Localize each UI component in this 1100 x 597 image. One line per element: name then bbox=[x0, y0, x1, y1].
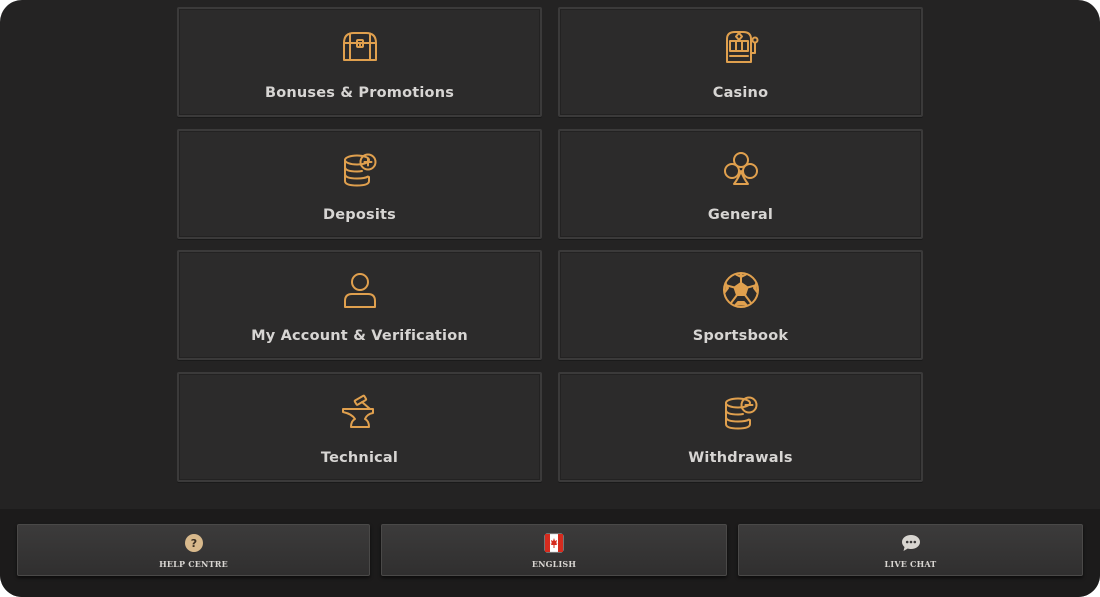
help-centre-panel: Bonuses & Promotions Casino Deposits Gen… bbox=[0, 0, 1100, 597]
category-label: My Account & Verification bbox=[251, 328, 468, 344]
language-label: ENGLISH bbox=[531, 559, 577, 569]
category-label: Sportsbook bbox=[692, 328, 789, 344]
club-icon bbox=[721, 149, 761, 189]
category-technical[interactable]: Technical bbox=[177, 371, 542, 482]
chat-bubble-icon bbox=[901, 533, 921, 553]
category-grid: Bonuses & Promotions Casino Deposits Gen… bbox=[177, 7, 923, 482]
category-withdrawals[interactable]: Withdrawals bbox=[558, 371, 923, 482]
category-label: General bbox=[707, 206, 774, 223]
footer-bar: ? HELP CENTRE ENGLISH LIVE CHAT bbox=[0, 509, 1100, 597]
language-button[interactable]: ENGLISH bbox=[381, 524, 727, 576]
category-general[interactable]: General bbox=[558, 128, 923, 239]
category-label: Withdrawals bbox=[688, 449, 793, 466]
question-icon: ? bbox=[184, 533, 204, 553]
user-icon bbox=[340, 270, 380, 310]
live-chat-label: LIVE CHAT bbox=[884, 559, 937, 569]
category-deposits[interactable]: Deposits bbox=[177, 128, 542, 239]
category-label: Bonuses & Promotions bbox=[264, 85, 455, 101]
anvil-icon bbox=[340, 392, 380, 432]
help-centre-label: HELP CENTRE bbox=[159, 559, 228, 569]
category-label: Technical bbox=[320, 449, 399, 466]
coins-minus-icon bbox=[721, 392, 761, 432]
category-label: Deposits bbox=[323, 206, 396, 223]
soccer-ball-icon bbox=[721, 270, 761, 310]
category-label: Casino bbox=[712, 85, 769, 101]
category-bonuses-promotions[interactable]: Bonuses & Promotions bbox=[177, 7, 542, 117]
coins-plus-icon bbox=[340, 149, 380, 189]
category-sportsbook[interactable]: Sportsbook bbox=[558, 250, 923, 360]
treasure-chest-icon bbox=[340, 27, 380, 67]
help-centre-button[interactable]: ? HELP CENTRE bbox=[17, 524, 370, 576]
svg-text:?: ? bbox=[190, 537, 196, 550]
slot-machine-icon bbox=[721, 27, 761, 67]
category-my-account-verification[interactable]: My Account & Verification bbox=[177, 250, 542, 360]
canada-flag-icon bbox=[544, 533, 564, 553]
category-casino[interactable]: Casino bbox=[558, 7, 923, 117]
live-chat-button[interactable]: LIVE CHAT bbox=[738, 524, 1083, 576]
